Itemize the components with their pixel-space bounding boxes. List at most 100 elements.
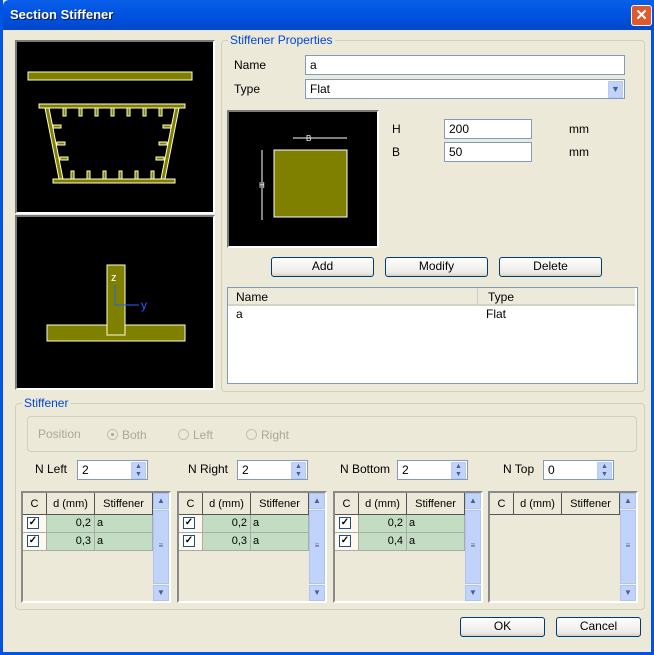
- group-label: Stiffener Properties: [228, 33, 335, 47]
- grid-header-c: C: [335, 493, 359, 515]
- grid-header-d: d (mm): [359, 493, 407, 515]
- n-top-value: 0: [548, 463, 555, 477]
- n-top-spinner[interactable]: 0 ▲ ▼: [543, 460, 614, 480]
- n-left-spinner[interactable]: 2 ▲ ▼: [77, 460, 148, 480]
- d-cell[interactable]: 0,3: [203, 533, 251, 551]
- checkbox[interactable]: ✓: [339, 517, 351, 529]
- check-cell[interactable]: ✓: [179, 533, 203, 551]
- radio-left[interactable]: Left: [178, 428, 213, 442]
- detail-drawing: z y: [46, 264, 186, 342]
- d-cell[interactable]: 0,2: [47, 515, 95, 533]
- h-input[interactable]: 200: [444, 119, 532, 139]
- checkbox[interactable]: ✓: [183, 517, 195, 529]
- check-cell[interactable]: ✓: [335, 533, 359, 551]
- check-cell[interactable]: ✓: [23, 515, 47, 533]
- stiffener-cell[interactable]: a: [407, 515, 465, 533]
- d-cell[interactable]: 0,2: [359, 515, 407, 533]
- radio-left-label: Left: [193, 428, 214, 442]
- scroll-down-icon[interactable]: ▼: [620, 585, 636, 601]
- b-dim-label: B: [306, 134, 311, 143]
- grid-header-d: d (mm): [47, 493, 95, 515]
- b-label: B: [392, 145, 401, 159]
- d-cell[interactable]: 0,4: [359, 533, 407, 551]
- d-cell[interactable]: 0,2: [203, 515, 251, 533]
- type-select[interactable]: Flat ▼: [305, 79, 625, 99]
- scrollbar[interactable]: ▲ ≡ ▼: [620, 493, 636, 601]
- list-item-type: Flat: [486, 307, 507, 321]
- scroll-up-icon[interactable]: ▲: [620, 493, 636, 509]
- section-stiffener-dialog: Section Stiffener ✕ z y Stiffener Proper…: [0, 0, 654, 655]
- list-item[interactable]: a Flat: [228, 307, 637, 323]
- stiffener-cell[interactable]: a: [407, 533, 465, 551]
- spin-arrows-icon[interactable]: ▲ ▼: [451, 462, 466, 479]
- grid-top[interactable]: C d (mm) Stiffener ▲ ≡ ▼: [488, 491, 638, 603]
- grid-right[interactable]: C d (mm) Stiffener ✓ 0,2 a ✓ 0,3 a ▲ ≡ ▼: [177, 491, 327, 603]
- stiffener-list[interactable]: Name Type a Flat: [227, 287, 638, 384]
- checkbox[interactable]: ✓: [27, 517, 39, 529]
- scroll-up-icon[interactable]: ▲: [309, 493, 325, 509]
- spin-arrows-icon[interactable]: ▲ ▼: [131, 462, 146, 479]
- check-cell[interactable]: ✓: [23, 533, 47, 551]
- scrollbar[interactable]: ▲ ≡ ▼: [153, 493, 169, 601]
- radio-both[interactable]: Both: [107, 428, 147, 442]
- delete-button[interactable]: Delete: [499, 257, 602, 277]
- grid-header-c: C: [23, 493, 47, 515]
- scroll-up-icon[interactable]: ▲: [465, 493, 481, 509]
- stiffener-cell[interactable]: a: [95, 515, 153, 533]
- n-left-label: N Left: [35, 462, 68, 476]
- check-cell[interactable]: ✓: [179, 515, 203, 533]
- group-label: Stiffener: [22, 396, 71, 410]
- check-cell[interactable]: ✓: [335, 515, 359, 533]
- cancel-button[interactable]: Cancel: [556, 617, 641, 637]
- scroll-thumb[interactable]: ≡: [620, 510, 636, 584]
- grid-left[interactable]: C d (mm) Stiffener ✓ 0,2 a ✓ 0,3 a ▲ ≡ ▼: [21, 491, 171, 603]
- modify-button[interactable]: Modify: [385, 257, 488, 277]
- scroll-down-icon[interactable]: ▼: [153, 585, 169, 601]
- stiffener-cell[interactable]: a: [95, 533, 153, 551]
- chevron-down-icon[interactable]: ▼: [608, 81, 623, 98]
- n-left-value: 2: [82, 463, 89, 477]
- type-label: Type: [234, 82, 261, 96]
- stiffener-cell[interactable]: a: [251, 533, 309, 551]
- h-unit: mm: [569, 122, 589, 136]
- list-item-name: a: [236, 307, 243, 321]
- flat-bar-drawing: B H: [259, 134, 348, 220]
- spin-arrows-icon[interactable]: ▲ ▼: [291, 462, 306, 479]
- grid-bottom[interactable]: C d (mm) Stiffener ✓ 0,2 a ✓ 0,4 a ▲ ≡ ▼: [333, 491, 483, 603]
- checkbox[interactable]: ✓: [339, 535, 351, 547]
- scroll-down-icon[interactable]: ▼: [465, 585, 481, 601]
- close-button[interactable]: ✕: [631, 5, 652, 26]
- title-bar: Section Stiffener: [3, 0, 654, 30]
- n-right-value: 2: [242, 463, 249, 477]
- scroll-thumb[interactable]: ≡: [309, 510, 325, 584]
- n-right-spinner[interactable]: 2 ▲ ▼: [237, 460, 308, 480]
- b-input[interactable]: 50: [444, 142, 532, 162]
- scroll-up-icon[interactable]: ▲: [153, 493, 169, 509]
- radio-both-label: Both: [122, 428, 147, 442]
- scrollbar[interactable]: ▲ ≡ ▼: [465, 493, 481, 601]
- name-input[interactable]: a: [305, 55, 625, 75]
- flat-bar-diagram: B H: [227, 110, 379, 248]
- scroll-thumb[interactable]: ≡: [465, 510, 481, 584]
- scrollbar[interactable]: ▲ ≡ ▼: [309, 493, 325, 601]
- n-bottom-spinner[interactable]: 2 ▲ ▼: [397, 460, 468, 480]
- n-bottom-label: N Bottom: [340, 462, 391, 476]
- grid-header-stiffener: Stiffener: [562, 493, 620, 515]
- grid-header-d: d (mm): [203, 493, 251, 515]
- add-button[interactable]: Add: [271, 257, 374, 277]
- radio-icon: [107, 429, 118, 440]
- checkbox[interactable]: ✓: [183, 535, 195, 547]
- d-cell[interactable]: 0,3: [47, 533, 95, 551]
- spin-arrows-icon[interactable]: ▲ ▼: [597, 462, 612, 479]
- list-header-name[interactable]: Name: [228, 288, 478, 306]
- scroll-thumb[interactable]: ≡: [153, 510, 169, 584]
- grid-header-c: C: [490, 493, 514, 515]
- grid-header-stiffener: Stiffener: [407, 493, 465, 515]
- section-drawing: [27, 71, 193, 184]
- scroll-down-icon[interactable]: ▼: [309, 585, 325, 601]
- stiffener-cell[interactable]: a: [251, 515, 309, 533]
- checkbox[interactable]: ✓: [27, 535, 39, 547]
- list-header-type[interactable]: Type: [478, 288, 635, 306]
- radio-right[interactable]: Right: [246, 428, 289, 442]
- ok-button[interactable]: OK: [460, 617, 545, 637]
